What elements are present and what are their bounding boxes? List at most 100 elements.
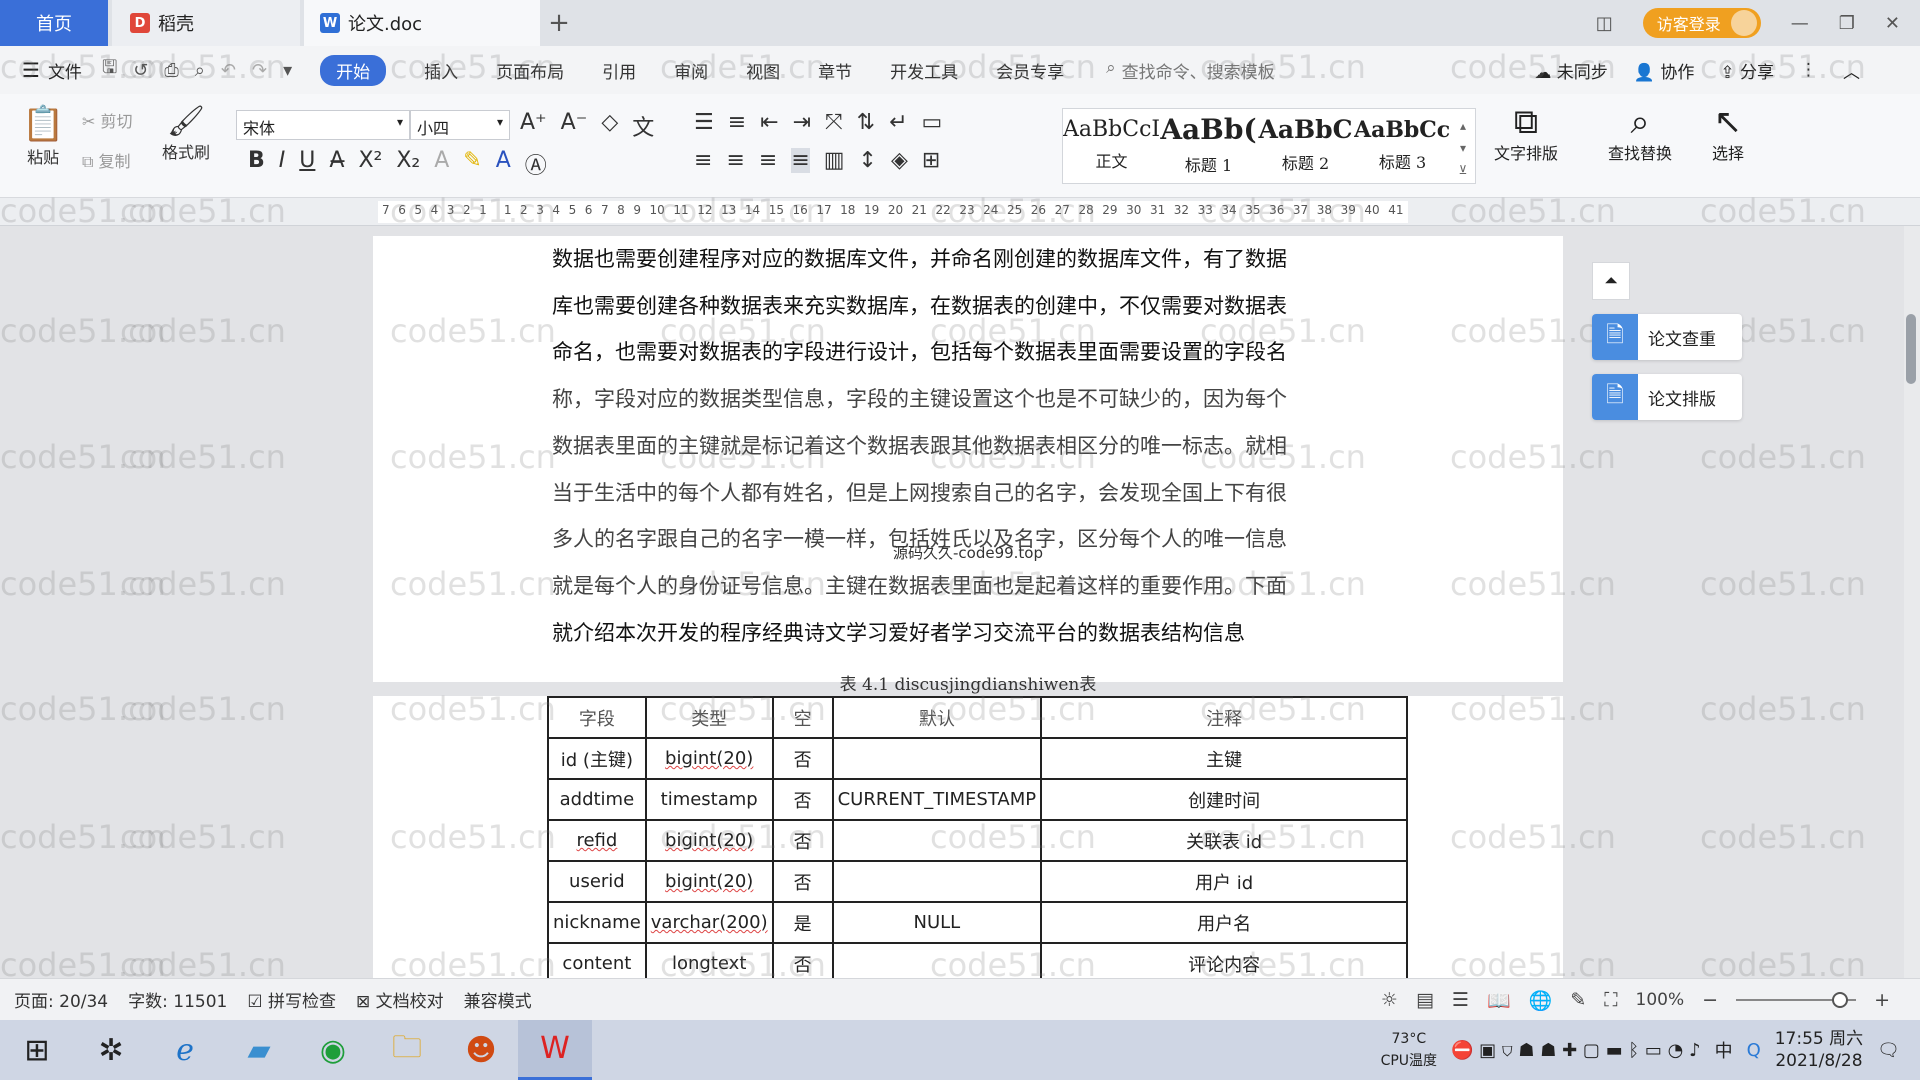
superscript-icon[interactable]: X² — [358, 148, 382, 180]
sync-status[interactable]: ☁ 未同步 — [1534, 58, 1607, 83]
close-icon[interactable]: ✕ — [1885, 13, 1900, 34]
taskbar-app-ie[interactable]: ℯ — [148, 1020, 222, 1080]
file-menu[interactable]: 文件 — [48, 58, 82, 83]
chinese-layout-icon[interactable]: ⤧ — [825, 110, 843, 135]
zoom-level[interactable]: 100% — [1636, 990, 1685, 1010]
word-count[interactable]: 字数: 11501 — [128, 987, 227, 1012]
font-color-icon[interactable]: A — [496, 148, 511, 180]
tab-document[interactable]: W 论文.doc — [304, 0, 540, 46]
style-heading-3[interactable]: AaBbCcI 标题 3 — [1354, 109, 1451, 183]
clear-format-icon[interactable]: ◇ — [601, 110, 618, 142]
zoom-in-icon[interactable]: + — [1874, 989, 1890, 1011]
style-scroll[interactable]: ▴ ▾ ⊻ — [1451, 109, 1475, 183]
tab-stops-icon[interactable]: ▭ — [922, 110, 943, 135]
format-painter-button[interactable]: 🖌 格式刷 — [162, 104, 210, 163]
zoom-out-icon[interactable]: − — [1702, 989, 1718, 1011]
vertical-scrollbar[interactable] — [1904, 226, 1920, 978]
zoom-slider[interactable] — [1736, 992, 1857, 1008]
page-view-icon[interactable]: ▤ — [1416, 989, 1434, 1011]
taskbar-app-explorer[interactable]: 🗀 — [370, 1020, 444, 1080]
bullet-list-icon[interactable]: ☰ — [694, 110, 714, 135]
outline-view-icon[interactable]: ☰ — [1452, 989, 1469, 1011]
body-paragraph[interactable]: 数据也需要创建程序对应的数据库文件，并命名刚创建的数据库文件，有了数据 库也需要… — [552, 236, 1382, 656]
tab-daoke[interactable]: D 稻壳 — [112, 0, 300, 46]
scroll-thumb[interactable] — [1906, 314, 1916, 384]
more-dropdown-icon[interactable]: ▾ — [283, 60, 292, 81]
menu-home[interactable]: 开始 — [320, 54, 387, 86]
write-mode-icon[interactable]: ✎ — [1570, 989, 1586, 1011]
hamburger-icon[interactable]: ☰ — [22, 58, 40, 82]
menu-dev-tools[interactable]: 开发工具 — [890, 58, 958, 83]
italic-icon[interactable]: I — [279, 148, 286, 180]
select-button[interactable]: ↖ 选择 — [1712, 104, 1744, 164]
page-20[interactable]: 数据也需要创建程序对应的数据库文件，并命名刚创建的数据库文件，有了数据 库也需要… — [373, 236, 1563, 695]
style-heading-1[interactable]: AaBb(标题 1 — [1160, 109, 1257, 183]
page-indicator[interactable]: 页面: 20/34 — [14, 987, 108, 1012]
cut-button[interactable]: ✂ 剪切 — [82, 108, 133, 132]
fit-page-icon[interactable]: ⛶ — [1604, 989, 1617, 1011]
visitor-login-button[interactable]: 访客登录 — [1642, 8, 1761, 38]
align-center-icon[interactable]: ≡ — [726, 148, 744, 173]
collab-button[interactable]: 👤 协作 — [1634, 58, 1695, 83]
spell-check-button[interactable]: ☑ 拼写检查 — [247, 987, 336, 1012]
sort-icon[interactable]: ⇅ — [857, 110, 875, 135]
align-right-icon[interactable]: ≡ — [759, 148, 777, 173]
menu-chapter[interactable]: 章节 — [818, 58, 852, 83]
save-icon[interactable]: 🖫 — [102, 55, 117, 85]
font-name-select[interactable]: 宋体 ▾ — [236, 110, 410, 140]
more-options-icon[interactable]: ⋮ — [1800, 60, 1817, 80]
start-button[interactable]: ⊞ — [0, 1020, 74, 1080]
ime-indicator[interactable]: 中 — [1715, 1037, 1733, 1063]
subscript-icon[interactable]: X₂ — [396, 148, 420, 180]
notification-icon[interactable]: 🗨 — [1877, 1040, 1900, 1061]
menu-page-layout[interactable]: 页面布局 — [496, 58, 564, 83]
strikethrough-icon[interactable]: A̶ — [329, 148, 344, 180]
restore-icon[interactable]: ❐ — [1839, 13, 1855, 34]
taskbar-app-browser[interactable]: ◉ — [296, 1020, 370, 1080]
style-normal[interactable]: AaBbCcI 正文 — [1063, 109, 1160, 183]
copy-button[interactable]: ⧉ 复制 — [82, 148, 131, 172]
increase-indent-icon[interactable]: ⇥ — [793, 110, 811, 135]
taskbar-app-fan[interactable]: ✲ — [74, 1020, 148, 1080]
grow-font-icon[interactable]: A⁺ — [520, 110, 547, 142]
highlight-icon[interactable]: ✎ — [463, 148, 481, 180]
menu-review[interactable]: 审阅 — [674, 58, 708, 83]
tab-home[interactable]: 首页 — [0, 0, 108, 46]
page-21[interactable]: 字段 类型 空 默认 注释 id (主键) bigint(20) 否 主键 ad… — [373, 696, 1563, 978]
print-preview-icon[interactable]: ⌕ — [195, 60, 205, 81]
minimize-icon[interactable]: — — [1791, 13, 1809, 34]
align-left-icon[interactable]: ≡ — [694, 148, 712, 173]
style-heading-2[interactable]: AaBbC 标题 2 — [1257, 109, 1354, 183]
paste-button[interactable]: 📋 粘贴 — [22, 104, 64, 168]
taskbar-app-wps[interactable]: W — [518, 1020, 592, 1080]
font-size-select[interactable]: 小四 ▾ — [410, 110, 510, 140]
show-marks-icon[interactable]: ↵ — [889, 110, 907, 135]
share-button[interactable]: ⇪ 分享 — [1720, 58, 1774, 83]
cpu-temp-widget[interactable]: 73°C CPU温度 — [1381, 1028, 1437, 1072]
print-icon[interactable]: ⎙ — [164, 60, 178, 81]
bold-icon[interactable]: B — [248, 148, 265, 180]
horizontal-ruler[interactable]: 7 6 5 4 3 2 1 1 2 3 4 5 6 7 8 9 10 11 12 13 14 15 16 17 18 19 20 21… — [0, 198, 1920, 226]
underline-icon[interactable]: U — [299, 148, 315, 180]
qq-icon[interactable]: Q — [1747, 1040, 1761, 1061]
new-tab-button[interactable]: + — [544, 0, 574, 46]
shrink-font-icon[interactable]: A⁻ — [561, 110, 588, 142]
undo-history-icon[interactable]: ↺ — [133, 60, 148, 81]
phonetic-icon[interactable]: 文 — [632, 110, 654, 142]
clock[interactable]: 17:55 周六 2021/8/28 — [1775, 1028, 1863, 1072]
taskbar-app-notepad[interactable]: ▰ — [222, 1020, 296, 1080]
text-layout-button[interactable]: ⧉ 文字排版 — [1494, 104, 1558, 164]
menu-insert[interactable]: 插入 — [424, 58, 458, 83]
eye-protect-icon[interactable]: ☼ — [1381, 989, 1398, 1011]
command-search[interactable]: ⌕ 查找命令、搜索模板 — [1106, 58, 1275, 83]
collapse-panel-button[interactable]: ⏶ — [1592, 262, 1630, 300]
paper-check-button[interactable]: 🗎 论文查重 — [1592, 314, 1742, 360]
numbered-list-icon[interactable]: ≡ — [728, 110, 746, 135]
undo-icon[interactable]: ↶ — [221, 60, 236, 81]
collapse-ribbon-icon[interactable]: ︿ — [1843, 58, 1860, 83]
borders-icon[interactable]: ⊞ — [922, 148, 940, 173]
char-border-icon[interactable]: Ⓐ — [525, 148, 547, 180]
web-view-icon[interactable]: 🌐 — [1529, 989, 1553, 1012]
redo-icon[interactable]: ↷ — [252, 60, 267, 81]
menu-view[interactable]: 视图 — [746, 58, 780, 83]
